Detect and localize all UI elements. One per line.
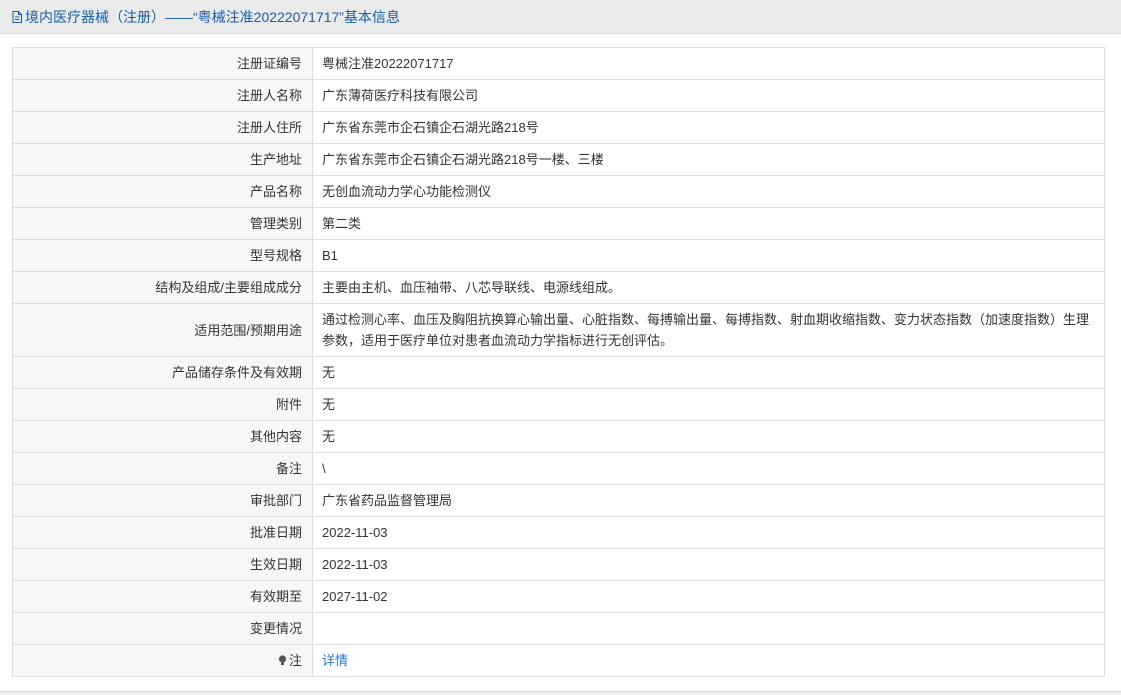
- table-row: 管理类别 第二类: [12, 207, 1105, 240]
- row-label: 产品名称: [12, 175, 313, 208]
- table-row: 其他内容 无: [12, 420, 1105, 453]
- document-icon: [12, 10, 22, 23]
- table-row: 注册证编号 粤械注准20222071717: [12, 47, 1105, 80]
- table-row: 附件 无: [12, 388, 1105, 421]
- row-value: 2022-11-03: [312, 516, 1105, 549]
- row-value: 通过检测心率、血压及胸阻抗换算心输出量、心脏指数、每搏输出量、每搏指数、射血期收…: [312, 303, 1105, 357]
- row-value: 无创血流动力学心功能检测仪: [312, 175, 1105, 208]
- row-label: 其他内容: [12, 420, 313, 453]
- row-value: 粤械注准20222071717: [312, 47, 1105, 80]
- note-row: 注 详情: [12, 644, 1105, 677]
- row-label: 注册人住所: [12, 111, 313, 144]
- detail-link[interactable]: 详情: [322, 653, 348, 668]
- row-value: 无: [312, 356, 1105, 389]
- row-value: B1: [312, 239, 1105, 272]
- page-header: 境内医疗器械（注册）——“粤械注准20222071717”基本信息: [0, 0, 1121, 34]
- row-label: 变更情况: [12, 612, 313, 645]
- table-row: 批准日期 2022-11-03: [12, 516, 1105, 549]
- table-row: 型号规格 B1: [12, 239, 1105, 272]
- row-value: 主要由主机、血压袖带、八芯导联线、电源线组成。: [312, 271, 1105, 304]
- table-row: 变更情况: [12, 612, 1105, 645]
- row-label: 生效日期: [12, 548, 313, 581]
- table-row: 结构及组成/主要组成成分 主要由主机、血压袖带、八芯导联线、电源线组成。: [12, 271, 1105, 304]
- table-row: 注册人住所 广东省东莞市企石镇企石湖光路218号: [12, 111, 1105, 144]
- table-row: 备注 \: [12, 452, 1105, 485]
- row-value: 广东薄荷医疗科技有限公司: [312, 79, 1105, 112]
- row-label: 附件: [12, 388, 313, 421]
- row-label: 产品储存条件及有效期: [12, 356, 313, 389]
- detail-panel: 注册证编号 粤械注准20222071717 注册人名称 广东薄荷医疗科技有限公司…: [0, 34, 1121, 692]
- info-table: 注册证编号 粤械注准20222071717 注册人名称 广东薄荷医疗科技有限公司…: [12, 47, 1105, 677]
- row-label: 型号规格: [12, 239, 313, 272]
- row-label: 结构及组成/主要组成成分: [12, 271, 313, 304]
- row-value: 无: [312, 420, 1105, 453]
- table-row: 生产地址 广东省东莞市企石镇企石湖光路218号一楼、三楼: [12, 143, 1105, 176]
- row-label: 注册证编号: [12, 47, 313, 80]
- row-label: 备注: [12, 452, 313, 485]
- row-value: 2027-11-02: [312, 580, 1105, 613]
- row-value: 2022-11-03: [312, 548, 1105, 581]
- table-row: 注册人名称 广东薄荷医疗科技有限公司: [12, 79, 1105, 112]
- row-value: 广东省东莞市企石镇企石湖光路218号: [312, 111, 1105, 144]
- table-row: 产品储存条件及有效期 无: [12, 356, 1105, 389]
- row-label: 适用范围/预期用途: [12, 303, 313, 357]
- row-value: [312, 612, 1105, 645]
- row-value: 无: [312, 388, 1105, 421]
- row-label: 注册人名称: [12, 79, 313, 112]
- note-value-cell: 详情: [312, 644, 1105, 677]
- row-label: 有效期至: [12, 580, 313, 613]
- lightbulb-icon: [278, 655, 287, 665]
- table-row: 有效期至 2027-11-02: [12, 580, 1105, 613]
- row-label: 审批部门: [12, 484, 313, 517]
- note-label: 注: [288, 653, 302, 668]
- page-title: 境内医疗器械（注册）——“粤械注准20222071717”基本信息: [25, 8, 400, 25]
- note-label-cell: 注: [12, 644, 313, 677]
- table-row: 适用范围/预期用途 通过检测心率、血压及胸阻抗换算心输出量、心脏指数、每搏输出量…: [12, 303, 1105, 357]
- table-row: 产品名称 无创血流动力学心功能检测仪: [12, 175, 1105, 208]
- row-value: \: [312, 452, 1105, 485]
- row-value: 第二类: [312, 207, 1105, 240]
- row-label: 管理类别: [12, 207, 313, 240]
- row-label: 生产地址: [12, 143, 313, 176]
- row-label: 批准日期: [12, 516, 313, 549]
- row-value: 广东省药品监督管理局: [312, 484, 1105, 517]
- table-row: 生效日期 2022-11-03: [12, 548, 1105, 581]
- table-row: 审批部门 广东省药品监督管理局: [12, 484, 1105, 517]
- row-value: 广东省东莞市企石镇企石湖光路218号一楼、三楼: [312, 143, 1105, 176]
